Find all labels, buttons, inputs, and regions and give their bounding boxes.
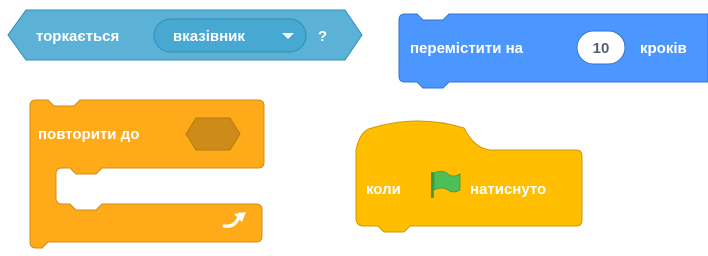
when-flag-clicked-block-body [355, 120, 583, 233]
when-flag-suffix: натиснуто [470, 181, 546, 198]
when-flag-clicked-block[interactable]: коли натиснуто [0, 0, 708, 256]
when-flag-prefix: коли [366, 181, 401, 198]
